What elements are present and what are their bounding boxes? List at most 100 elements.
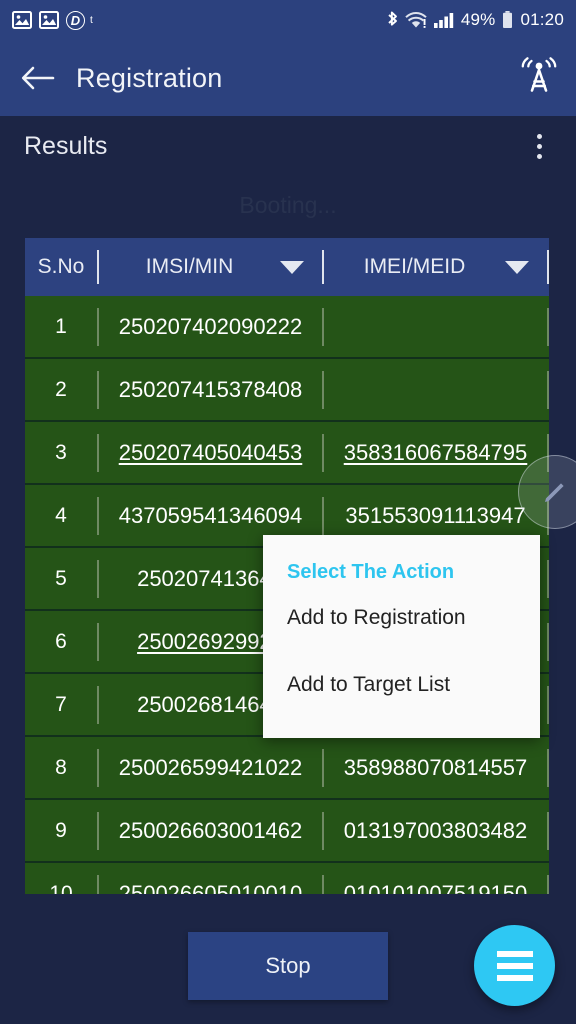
arrow-left-icon — [21, 65, 55, 91]
table-row[interactable]: 1 250207402090222 — [25, 296, 549, 359]
cell-imsi-value: 250026929928 — [137, 628, 284, 654]
table-row[interactable]: 10 250026605010010 010101007519150 — [25, 863, 549, 894]
cell-imsi-value: 437059541346094 — [118, 502, 303, 528]
cell-imsi-value: 250026603001462 — [118, 817, 303, 843]
overflow-dot — [537, 133, 542, 139]
cell-imsi-value: 250207413643 — [137, 565, 284, 591]
table-header-row: S.No IMSI/MIN IMEI/MEID — [25, 238, 549, 296]
dialog-option-add-to-target-list[interactable]: Add to Target List — [263, 651, 540, 718]
hamburger-menu-icon-bar — [496, 962, 533, 969]
cell-sno: 1 — [55, 314, 67, 338]
cell-imei[interactable]: 013197003803482 — [324, 818, 547, 844]
cell-imsi[interactable]: 250207405040453 — [99, 440, 322, 466]
cell-sno: 7 — [55, 692, 67, 716]
cell-imei[interactable]: 351553091113947 — [324, 503, 547, 529]
wifi-alert-icon — [405, 11, 427, 29]
cell-imei-value: 010101007519150 — [343, 880, 528, 895]
cell-imsi-value: 250026599421022 — [118, 754, 303, 780]
cell-sno: 4 — [55, 503, 67, 527]
bluetooth-icon — [386, 10, 399, 30]
cell-imsi-value: 250207402090222 — [118, 313, 303, 339]
cell-divider — [547, 874, 549, 894]
cell-imsi-value: 250026605010010 — [118, 880, 303, 895]
cell-divider — [547, 307, 549, 346]
cell-sno: 6 — [55, 629, 67, 653]
column-header-imei-label: IMEI/MEID — [363, 255, 466, 278]
cell-divider — [547, 622, 549, 661]
dialog-title: Select The Action — [287, 561, 455, 583]
app-bar: Registration — [0, 40, 576, 116]
page-title: Registration — [76, 62, 223, 93]
cell-tower-icon — [516, 53, 562, 99]
cell-tower-button[interactable] — [516, 53, 562, 104]
cell-imsi-value: 250207415378408 — [118, 376, 303, 402]
status-bar-left-icons: D t — [12, 10, 93, 30]
results-header: Results — [0, 116, 576, 176]
back-button[interactable] — [0, 65, 76, 91]
cell-divider — [547, 370, 549, 409]
overflow-dot — [537, 153, 542, 159]
cell-divider — [322, 307, 324, 346]
status-bar-right-icons: 49% 01:20 — [386, 10, 564, 30]
hamburger-menu-icon-bar — [496, 950, 533, 957]
cell-divider — [547, 811, 549, 850]
chevron-down-icon[interactable] — [280, 260, 304, 274]
clock-label: 01:20 — [520, 10, 564, 29]
overflow-menu-icon[interactable] — [527, 126, 552, 167]
cell-imsi[interactable]: 250207402090222 — [99, 314, 322, 340]
cell-imei[interactable]: 358988070814557 — [324, 755, 547, 781]
cell-imsi[interactable]: 250026599421022 — [99, 755, 322, 781]
stop-button[interactable]: Stop — [188, 932, 388, 1000]
overflow-dot — [537, 143, 542, 149]
cell-imei-value: 358988070814557 — [343, 754, 528, 780]
cell-imsi[interactable]: 250207415378408 — [99, 377, 322, 403]
dt-badge-label: D — [66, 10, 85, 30]
table-row[interactable]: 9 250026603001462 013197003803482 — [25, 800, 549, 863]
cell-imsi[interactable]: 250026603001462 — [99, 818, 322, 844]
status-text: Booting... — [239, 192, 337, 218]
table-row[interactable]: 3 250207405040453 358316067584795 — [25, 422, 549, 485]
image-icon — [39, 11, 59, 29]
dialog-option-add-to-registration[interactable]: Add to Registration — [263, 584, 540, 651]
column-header-imsi[interactable]: IMSI/MIN — [99, 255, 322, 279]
cell-sno: 2 — [55, 377, 67, 401]
column-header-imei[interactable]: IMEI/MEID — [324, 255, 547, 279]
cell-imei-value: 358316067584795 — [343, 439, 528, 465]
status-bar: D t 49% 01:20 — [0, 0, 576, 40]
battery-icon — [501, 10, 514, 30]
table-row[interactable]: 8 250026599421022 358988070814557 — [25, 737, 549, 800]
cell-sno: 9 — [55, 818, 67, 842]
cell-imsi-value: 250026814649 — [137, 691, 284, 717]
cell-imei[interactable]: 010101007519150 — [324, 881, 547, 895]
cell-sno: 8 — [55, 755, 67, 779]
app-screen: D t 49% 01:20 Registration Results Booti… — [0, 0, 576, 1024]
cell-imsi-value: 250207405040453 — [118, 439, 303, 465]
cell-imei-value: 013197003803482 — [343, 817, 528, 843]
chevron-down-icon[interactable] — [505, 260, 529, 274]
cell-sno: 3 — [55, 440, 67, 464]
header-divider — [547, 250, 549, 284]
cell-divider — [547, 559, 549, 598]
image-icon — [12, 11, 32, 29]
column-header-imsi-label: IMSI/MIN — [145, 255, 234, 278]
cell-sno: 10 — [49, 881, 73, 895]
cell-divider — [322, 370, 324, 409]
cell-imei-value: 351553091113947 — [345, 502, 526, 528]
table-row[interactable]: 2 250207415378408 — [25, 359, 549, 422]
column-header-sno[interactable]: S.No — [25, 255, 97, 279]
signal-bars-icon — [433, 11, 455, 29]
battery-percent-label: 49% — [460, 10, 496, 29]
cell-divider — [547, 748, 549, 787]
cell-imsi[interactable]: 437059541346094 — [99, 503, 322, 529]
cell-imsi[interactable]: 250026605010010 — [99, 881, 322, 895]
select-action-dialog: Select The Action Add to Registration Ad… — [263, 535, 540, 738]
pencil-edit-icon — [538, 475, 572, 509]
hamburger-menu-icon-bar — [496, 974, 533, 981]
dt-badge-icon: D — [66, 10, 85, 30]
cell-divider — [547, 685, 549, 724]
results-title: Results — [24, 131, 108, 160]
cell-sno: 5 — [55, 566, 67, 590]
dt-badge-sublabel: t — [90, 14, 93, 26]
menu-fab-button[interactable] — [474, 925, 555, 1006]
cell-imei[interactable]: 358316067584795 — [324, 440, 547, 466]
